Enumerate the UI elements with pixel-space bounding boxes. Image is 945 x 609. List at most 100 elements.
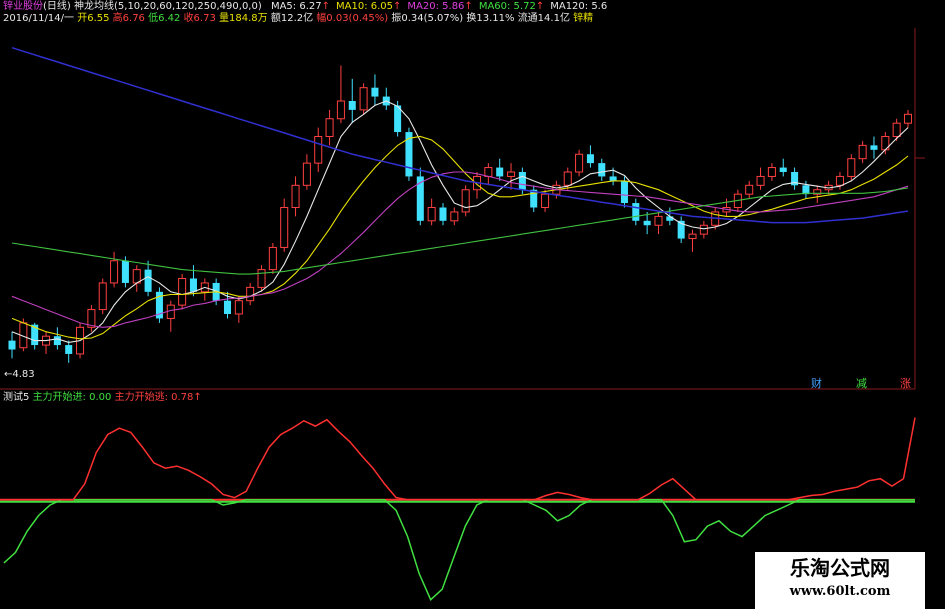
amplitude-label: 振0.34(5.07%) — [391, 13, 464, 24]
candle-body-down — [371, 87, 379, 97]
volume-label: 量184.8万 — [219, 13, 268, 24]
ma-legend-item: MA60: 5.72 — [478, 1, 536, 12]
turnover-label: 换13.11% — [466, 13, 515, 24]
sub-indicator-name: 测试5 — [3, 392, 30, 403]
candle-body-up — [699, 224, 708, 235]
ma-legend-item: MA20: 5.86 — [407, 1, 465, 12]
info-row: 2016/11/14/一 开6.55 高6.76 低6.42 收6.73 量18… — [3, 13, 593, 25]
candle-body-down — [53, 336, 61, 346]
candle-body-up — [575, 153, 584, 173]
ma-legend-item: MA5: 6.27 — [270, 1, 322, 12]
low-label: 低6.42 — [148, 13, 181, 24]
candle-body-up — [302, 162, 311, 186]
candle-body-down — [496, 167, 504, 177]
candle-body-down — [144, 269, 152, 292]
candle-body-up — [835, 175, 844, 186]
indicator-label: 神龙均线(5,10,20,60,120,250,490,0,0) — [74, 1, 262, 12]
candle-body-down — [518, 172, 526, 190]
ma-line-ma60 — [11, 187, 909, 275]
candle-body-up — [756, 175, 765, 186]
close-label: 收6.73 — [183, 13, 216, 24]
float-label: 流通14.1亿 — [517, 13, 570, 24]
candle-body-up — [892, 122, 901, 137]
candle-body-up — [98, 282, 107, 311]
candle-body-up — [314, 136, 323, 164]
ma-line-ma10 — [11, 135, 909, 340]
sub-in-label: 主力开始进: 0.00 — [32, 392, 112, 403]
amount-label: 额12.2亿 — [270, 13, 314, 24]
candle-body-up — [484, 167, 493, 177]
candle-body-down — [643, 220, 651, 226]
candle-body-up — [847, 158, 856, 177]
candle-body-up — [688, 233, 697, 240]
marker-jian: 减 — [856, 377, 867, 390]
candle-body-down — [121, 260, 129, 283]
watermark: 乐淘公式网 www.60lt.com — [755, 552, 925, 609]
candle-body-down — [223, 300, 232, 314]
candle-body-down — [189, 278, 197, 292]
chart-canvas — [0, 28, 925, 601]
ma-legend-arrow: ↑ — [464, 1, 473, 12]
sub-header: 测试5 主力开始进: 0.00 主力开始逃: 0.78↑ — [3, 392, 202, 404]
watermark-title: 乐淘公式网 — [790, 556, 890, 580]
watermark-url: www.60lt.com — [789, 584, 891, 599]
candle-body-up — [234, 300, 243, 315]
ma-legend-item: MA120: 5.6 — [550, 1, 608, 12]
candle-body-down — [65, 345, 73, 354]
candle-body-down — [439, 207, 447, 221]
candle-body-up — [507, 171, 516, 177]
change-label: 幅0.03(0.45%) — [316, 13, 389, 24]
candle-body-down — [609, 176, 617, 181]
candle-body-up — [563, 171, 572, 186]
candle-body-up — [450, 211, 459, 222]
candle-body-down — [8, 340, 16, 350]
candle-body-up — [291, 184, 300, 208]
candle-body-up — [767, 167, 776, 177]
candle-body-up — [257, 269, 266, 288]
extra-label: 锌精 — [573, 13, 594, 24]
marker-zhang: 涨 — [900, 377, 911, 390]
ma-legend-item: MA10: 6.05 — [336, 1, 394, 12]
high-label: 高6.76 — [112, 13, 145, 24]
open-label: 开6.55 — [77, 13, 110, 24]
ma-line-ma5 — [11, 100, 909, 343]
ma-legend-arrow: ↑ — [393, 1, 402, 12]
candle-body-up — [268, 246, 277, 271]
candle-body-up — [427, 207, 436, 222]
candle-body-up — [132, 269, 141, 284]
main-header: 锌业股份(日线) 神龙均线(5,10,20,60,120,250,490,0,0… — [3, 1, 607, 13]
candle-body-down — [598, 163, 606, 177]
candle-body-down — [779, 167, 787, 172]
ma-line-ma20 — [11, 171, 909, 328]
sub-out-arrow: ↑ — [193, 392, 202, 403]
candle-body-up — [903, 113, 913, 124]
candle-body-up — [654, 215, 663, 226]
candle-body-up — [166, 304, 175, 319]
candle-body-down — [348, 101, 356, 110]
period-label: (日线) — [43, 1, 71, 12]
candle-body-up — [461, 189, 470, 213]
candle-body-down — [870, 145, 878, 150]
ma-legend: MA5: 6.27↑ MA10: 6.05↑ MA20: 5.86↑ MA60: 5.… — [265, 1, 607, 12]
candle-body-up — [110, 260, 119, 284]
candle-body-down — [620, 180, 628, 204]
ma-lines-group — [11, 46, 909, 343]
marker-cai: 财 — [811, 377, 822, 390]
candle-body-up — [325, 118, 334, 137]
candle-body-up — [178, 278, 187, 306]
candle-body-up — [336, 100, 345, 120]
candle-body-up — [541, 193, 550, 208]
sub-line-out — [4, 417, 916, 501]
candle-body-up — [280, 207, 289, 248]
stock-name: 锌业股份 — [3, 1, 43, 12]
ma-legend-arrow: ↑ — [321, 1, 330, 12]
candle-body-up — [246, 286, 255, 302]
candle-body-up — [858, 144, 867, 160]
candle-body-up — [745, 184, 754, 195]
ma-legend-arrow: ↑ — [535, 1, 545, 12]
candle-body-down — [586, 154, 594, 164]
sub-out-label: 主力开始逃: 0.78 — [114, 392, 194, 403]
low-price-label: ←4.83 — [4, 369, 35, 380]
candle-body-up — [359, 87, 368, 111]
candle-body-down — [632, 203, 640, 221]
